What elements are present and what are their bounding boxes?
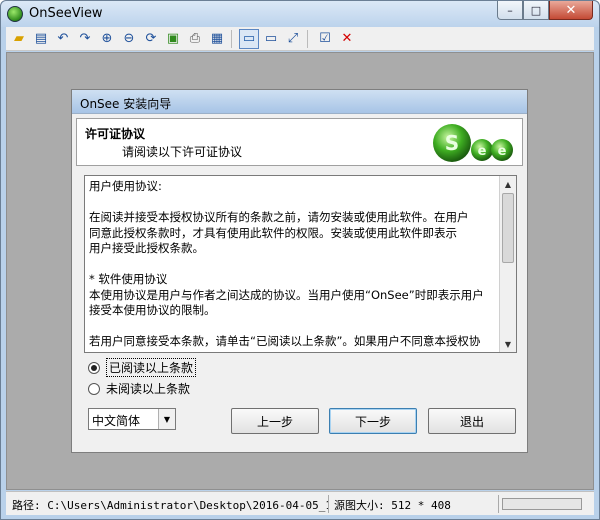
status-image-size: 源图大小: 512 * 408 [334, 499, 451, 512]
header-subtitle: 请阅读以下许可证协议 [122, 145, 243, 159]
view-fit-icon[interactable]: ▭ [239, 28, 259, 49]
setup-wizard-dialog: OnSee 安装向导 许可证协议 请阅读以下许可证协议 S e e 用户使用协议… [71, 89, 528, 453]
save-icon[interactable]: ▦ [207, 29, 227, 49]
dialog-title: OnSee 安装向导 [80, 97, 172, 111]
export-icon[interactable]: ▤ [31, 29, 51, 49]
print-icon[interactable]: ⎙ [185, 29, 205, 49]
status-progress-bar [502, 498, 582, 510]
status-separator [328, 495, 329, 513]
properties-icon[interactable]: ▣ [163, 29, 183, 49]
zoom-out-icon[interactable]: ⊖ [119, 29, 139, 49]
scroll-down-arrow-icon[interactable]: ▼ [500, 336, 516, 352]
toolbar-separator [231, 29, 237, 48]
window-title: OnSeeView [29, 6, 103, 21]
app-window: OnSeeView – □ ✕ ▰ ▤ ↶ ↷ ⊕ ⊖ ⟳ ▣ ⎙ ▦ ▭ ▭ … [0, 0, 600, 520]
language-select[interactable]: 中文简体 ▼ [88, 408, 176, 430]
window-controls: – □ ✕ [497, 1, 593, 21]
undo-icon[interactable]: ↶ [53, 29, 73, 49]
onsee-logo: S e e [433, 124, 513, 162]
minimize-button[interactable]: – [497, 1, 523, 20]
radio-decline-row[interactable]: 未阅读以上条款 [88, 380, 190, 397]
radio-accept-row[interactable]: 已阅读以上条款 [88, 358, 197, 377]
svg-text:e: e [478, 144, 487, 159]
dialog-title-bar[interactable]: OnSee 安装向导 [72, 90, 527, 114]
svg-text:e: e [498, 144, 507, 159]
language-select-value: 中文简体 [92, 414, 141, 428]
status-bar: 路径: C:\Users\Administrator\Desktop\2016-… [6, 491, 594, 515]
status-path: 路径: C:\Users\Administrator\Desktop\2016-… [12, 499, 328, 512]
close-button[interactable]: ✕ [549, 1, 593, 20]
app-icon [7, 6, 23, 22]
back-button[interactable]: 上一步 [231, 408, 319, 434]
maximize-button[interactable]: □ [523, 1, 549, 20]
status-separator [498, 495, 499, 513]
svg-text:S: S [445, 131, 459, 155]
header-title: 许可证协议 [85, 127, 146, 141]
radio-decline-label[interactable]: 未阅读以上条款 [106, 380, 190, 397]
wizard-header: 许可证协议 请阅读以下许可证协议 S e e [76, 118, 523, 166]
toolbar-separator [307, 29, 313, 48]
license-textbox[interactable]: 用户使用协议: 在阅读并接受本授权协议所有的条款之前，请勿安装或使用此软件。在用… [84, 175, 517, 353]
view-window-icon[interactable]: ▭ [261, 29, 281, 49]
redo-icon[interactable]: ↷ [75, 29, 95, 49]
radio-decline[interactable] [88, 382, 100, 395]
scroll-thumb[interactable] [502, 193, 514, 263]
chevron-down-icon[interactable]: ▼ [158, 409, 175, 429]
exit-button[interactable]: 退出 [428, 408, 516, 434]
scroll-up-arrow-icon[interactable]: ▲ [500, 176, 516, 192]
rotate-icon[interactable]: ⟳ [141, 29, 161, 49]
checklist-icon[interactable]: ☑ [315, 29, 335, 49]
radio-accept[interactable] [88, 361, 100, 374]
zoom-in-icon[interactable]: ⊕ [97, 29, 117, 49]
next-button[interactable]: 下一步 [329, 408, 417, 434]
license-scrollbar[interactable]: ▲ ▼ [499, 176, 516, 352]
delete-icon[interactable]: ✕ [337, 29, 357, 49]
title-bar[interactable]: OnSeeView – □ ✕ [1, 1, 599, 27]
license-text: 用户使用协议: 在阅读并接受本授权协议所有的条款之前，请勿安装或使用此软件。在用… [89, 179, 484, 348]
view-fullscreen-icon[interactable]: ⤢ [283, 29, 303, 49]
open-folder-icon[interactable]: ▰ [9, 29, 29, 49]
radio-accept-label[interactable]: 已阅读以上条款 [106, 358, 197, 377]
toolbar: ▰ ▤ ↶ ↷ ⊕ ⊖ ⟳ ▣ ⎙ ▦ ▭ ▭ ⤢ ☑ ✕ [6, 27, 594, 51]
